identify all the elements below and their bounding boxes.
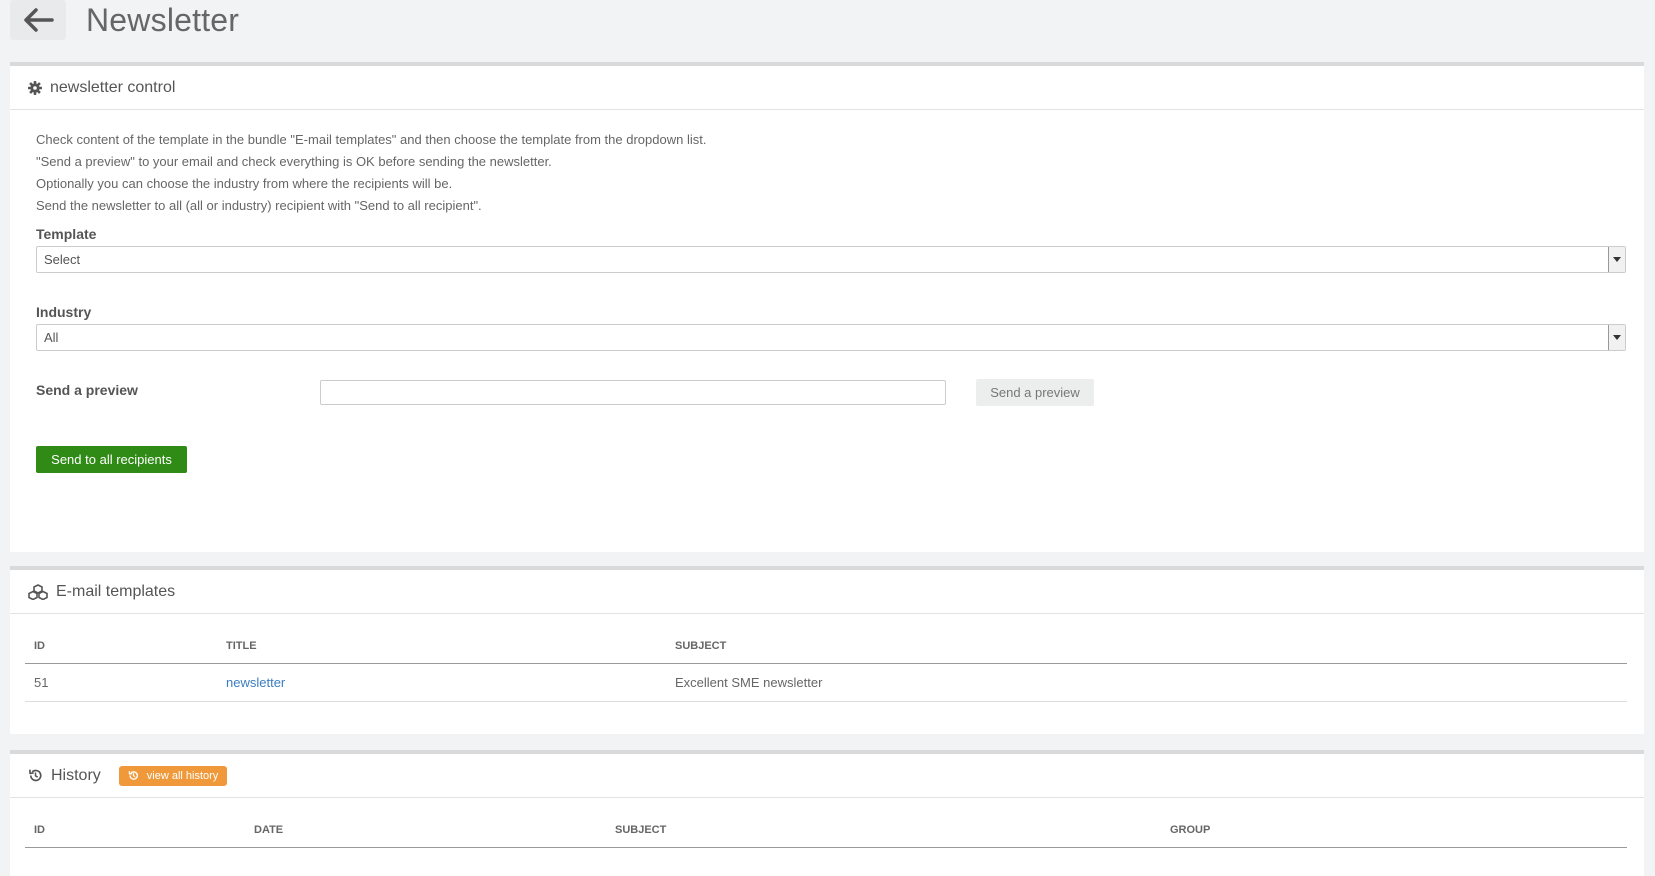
view-all-history-button[interactable]: view all history — [118, 765, 228, 786]
column-header-subject: SUBJECT — [615, 824, 667, 836]
send-preview-button[interactable]: Send a preview — [976, 379, 1094, 406]
help-line: Optionally you can choose the industry f… — [36, 176, 453, 191]
cell-id: 51 — [34, 675, 49, 690]
view-all-history-label: view all history — [146, 769, 219, 782]
email-templates-panel: E-mail templates ID TITLE SUBJECT 51 new… — [10, 566, 1644, 734]
page-header: Newsletter — [10, 0, 1650, 40]
page-title: Newsletter — [86, 1, 240, 38]
table-header: ID DATE SUBJECT GROUP — [25, 802, 1627, 848]
send-to-all-button[interactable]: Send to all recipients — [36, 446, 187, 473]
panel-header: E-mail templates — [10, 570, 1644, 614]
preview-label: Send a preview — [36, 382, 138, 398]
panel-header: newsletter control — [10, 66, 1644, 110]
panel-title: newsletter control — [50, 78, 176, 96]
column-header-date: DATE — [254, 824, 284, 836]
arrow-left-icon — [24, 8, 54, 32]
column-header-group: GROUP — [1170, 824, 1211, 836]
template-select[interactable]: Select — [36, 246, 1626, 273]
template-select-value: Select — [44, 252, 81, 267]
panel-title: E-mail templates — [56, 582, 176, 600]
gear-icon — [28, 80, 42, 95]
back-button[interactable] — [10, 0, 66, 40]
industry-label: Industry — [36, 304, 92, 320]
panel-title: History — [51, 766, 101, 784]
industry-select-value: All — [44, 330, 59, 345]
column-header-id: ID — [34, 640, 45, 652]
help-text: Check content of the template in the bun… — [36, 129, 1336, 217]
column-header-id: ID — [34, 824, 45, 836]
column-header-title: TITLE — [226, 640, 257, 652]
help-line: "Send a preview" to your email and check… — [36, 154, 552, 169]
template-label: Template — [36, 226, 97, 242]
dropdown-arrow-icon[interactable] — [1608, 325, 1625, 350]
templates-table: ID TITLE SUBJECT 51 newsletter Excellent… — [25, 618, 1627, 702]
industry-select[interactable]: All — [36, 324, 1626, 351]
newsletter-control-panel: newsletter control Check content of the … — [10, 62, 1644, 552]
history-icon — [128, 771, 138, 780]
template-title-link[interactable]: newsletter — [226, 664, 285, 701]
column-header-subject: SUBJECT — [675, 640, 727, 652]
history-panel: History view all history ID DATE SUBJECT… — [10, 750, 1644, 876]
panel-header: History view all history — [10, 754, 1644, 798]
help-line: Check content of the template in the bun… — [36, 132, 707, 147]
table-header: ID TITLE SUBJECT — [25, 618, 1627, 664]
dropdown-arrow-icon[interactable] — [1608, 247, 1625, 272]
help-line: Send the newsletter to all (all or indus… — [36, 198, 482, 213]
table-row: 51 newsletter Excellent SME newsletter — [25, 664, 1627, 702]
history-table: ID DATE SUBJECT GROUP — [25, 802, 1627, 848]
cubes-icon — [28, 583, 48, 600]
preview-email-input[interactable] — [320, 380, 946, 405]
cell-subject: Excellent SME newsletter — [675, 675, 823, 690]
history-icon — [29, 769, 42, 782]
